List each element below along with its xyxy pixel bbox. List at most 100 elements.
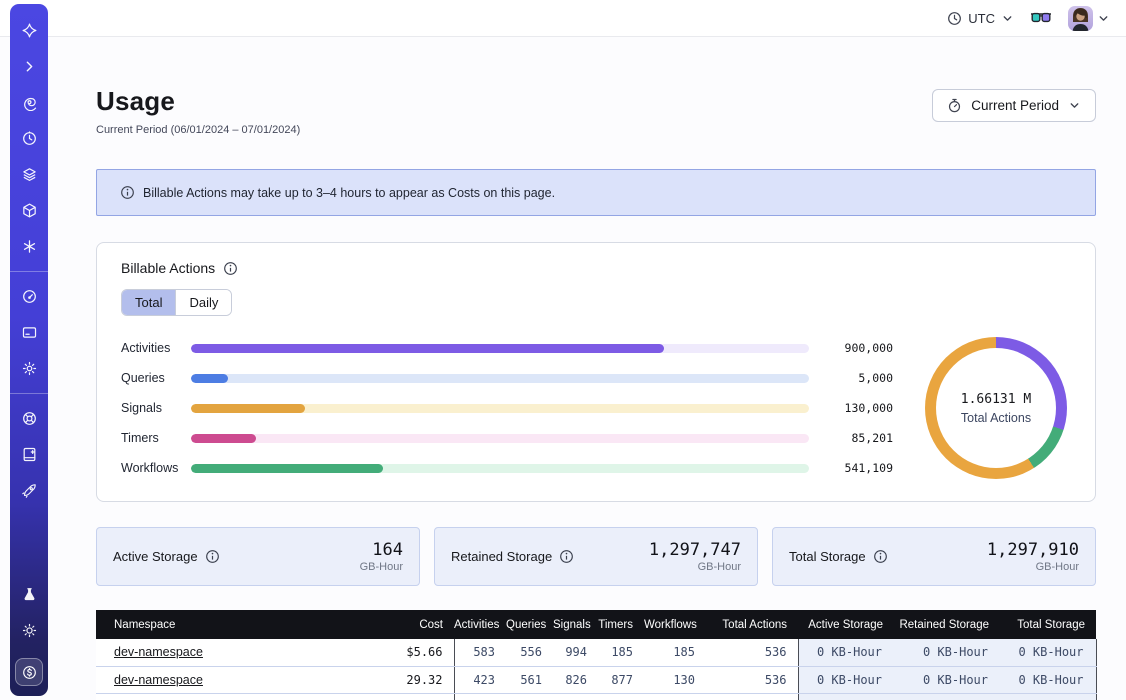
tab-total[interactable]: Total	[122, 290, 175, 315]
info-icon[interactable]	[205, 549, 220, 564]
storage-card-value: 164	[360, 540, 403, 560]
namespaces-spiral-icon[interactable]	[21, 94, 38, 111]
cell-total-storage: 0 KB-Hour	[1000, 639, 1096, 666]
chevron-down-icon	[1097, 12, 1110, 25]
usage-dollar-button[interactable]	[15, 658, 43, 686]
getting-started-rocket-icon[interactable]	[21, 482, 38, 499]
bar-label: Timers	[121, 431, 191, 445]
bar-track	[191, 404, 809, 413]
cell-timers: 185	[598, 639, 644, 666]
bar-row-signals: Signals 130,000	[121, 401, 893, 415]
cell-timers: 816	[598, 693, 644, 700]
bar-row-timers: Timers 85,201	[121, 431, 893, 445]
bar-label: Activities	[121, 341, 191, 355]
cell-cost: $5.66	[392, 639, 454, 666]
storage-card-unit: GB-Hour	[649, 561, 741, 573]
support-circle-x-icon[interactable]	[21, 410, 38, 427]
bar-track	[191, 344, 809, 353]
bar-label: Queries	[121, 371, 191, 385]
cell-total-storage: 0 KB-Hour	[1000, 693, 1096, 700]
bar-track	[191, 374, 809, 383]
info-icon[interactable]	[223, 261, 238, 276]
cell-queries: 561	[506, 666, 553, 693]
schedules-clock-icon[interactable]	[21, 130, 38, 147]
labs-flask-icon[interactable]	[21, 586, 38, 603]
cell-timers: 877	[598, 666, 644, 693]
timezone-label: UTC	[968, 11, 995, 26]
deployments-cube-icon[interactable]	[21, 202, 38, 219]
nexus-asterisk-icon[interactable]	[21, 238, 38, 255]
bar-value: 541,109	[819, 461, 893, 475]
total-storage-card: Total Storage 1,297,910 GB-Hour	[772, 527, 1096, 586]
bar-value: 900,000	[819, 341, 893, 355]
cell-retained-storage: 0 KB-Hour	[894, 666, 1000, 693]
donut-center-value: 1.66131 M	[961, 392, 1031, 407]
temporal-logo-icon[interactable]	[21, 22, 38, 39]
table-header-row: Namespace Cost Activities Queries Signal…	[96, 610, 1096, 639]
col-header-active-storage: Active Storage	[798, 610, 894, 639]
glasses-icon	[1030, 11, 1052, 25]
cell-total-actions: 536	[706, 666, 798, 693]
storage-card-value: 1,297,910	[987, 540, 1079, 560]
cell-queries: 536	[506, 693, 553, 700]
cell-queries: 556	[506, 639, 553, 666]
feedback-glasses-button[interactable]	[1030, 11, 1052, 25]
page-subtitle: Current Period (06/01/2024 – 07/01/2024)	[96, 124, 300, 136]
bar-label: Workflows	[121, 461, 191, 475]
col-header-workflows: Workflows	[644, 610, 706, 639]
cell-total-actions: 536	[706, 639, 798, 666]
cell-activities: 492	[454, 693, 506, 700]
cell-active-storage: 0 KB-Hour	[798, 666, 894, 693]
donut-center-label: Total Actions	[961, 411, 1031, 425]
bar-row-activities: Activities 900,000	[121, 341, 893, 355]
bar-fill	[191, 404, 305, 413]
cell-cost: 29.32	[392, 666, 454, 693]
cell-signals: 994	[553, 639, 598, 666]
cell-total-storage: 0 KB-Hour	[1000, 666, 1096, 693]
docs-book-icon[interactable]	[21, 446, 38, 463]
tab-daily[interactable]: Daily	[175, 290, 231, 315]
main-content: Usage Current Period (06/01/2024 – 07/01…	[0, 37, 1126, 700]
cell-signals: 826	[553, 666, 598, 693]
col-header-queries: Queries	[506, 610, 553, 639]
info-icon[interactable]	[559, 549, 574, 564]
user-menu[interactable]	[1068, 6, 1110, 31]
storage-card-value: 1,297,747	[649, 540, 741, 560]
total-actions-donut: 1.66131 M Total Actions	[925, 337, 1067, 479]
avatar	[1068, 6, 1093, 31]
dollar-coin-icon	[21, 664, 38, 681]
info-icon[interactable]	[873, 549, 888, 564]
billing-card-icon[interactable]	[21, 324, 38, 341]
cell-active-storage: 0 KB-Hour	[798, 693, 894, 700]
chevron-down-icon	[1001, 12, 1014, 25]
cell-active-storage: 0 KB-Hour	[798, 639, 894, 666]
billable-actions-title: Billable Actions	[121, 260, 215, 276]
collapse-chevron-icon[interactable]	[21, 58, 38, 75]
bar-row-workflows: Workflows 541,109	[121, 461, 893, 475]
bar-fill	[191, 374, 228, 383]
layers-stack-icon[interactable]	[21, 166, 38, 183]
col-header-cost: Cost	[392, 610, 454, 639]
table-row: dev-namespace $3.35 492 536 883 816 600 …	[96, 693, 1096, 700]
timezone-selector[interactable]: UTC	[947, 11, 1014, 26]
storage-card-label: Total Storage	[789, 549, 866, 564]
period-selector-button[interactable]: Current Period	[932, 89, 1096, 122]
cell-workflows: 185	[644, 639, 706, 666]
settings-gear-icon[interactable]	[21, 360, 38, 377]
billable-actions-card: Billable Actions Total Daily Activities …	[96, 242, 1096, 502]
billable-actions-chart: Activities 900,000 Queries 5,000 Signals…	[121, 337, 1071, 479]
storage-card-label: Retained Storage	[451, 549, 552, 564]
namespace-link[interactable]: dev-namespace	[114, 673, 203, 687]
theme-sun-icon[interactable]	[21, 622, 38, 639]
info-banner: Billable Actions may take up to 3–4 hour…	[96, 169, 1096, 216]
usage-gauge-icon[interactable]	[21, 288, 38, 305]
cell-activities: 583	[454, 639, 506, 666]
namespace-link[interactable]: dev-namespace	[114, 645, 203, 659]
sidebar-divider	[10, 393, 48, 394]
storage-card-label: Active Storage	[113, 549, 198, 564]
bar-fill	[191, 464, 383, 473]
sidebar-divider	[10, 271, 48, 272]
bar-value: 130,000	[819, 401, 893, 415]
col-header-total-actions: Total Actions	[706, 610, 798, 639]
cell-workflows: 130	[644, 666, 706, 693]
